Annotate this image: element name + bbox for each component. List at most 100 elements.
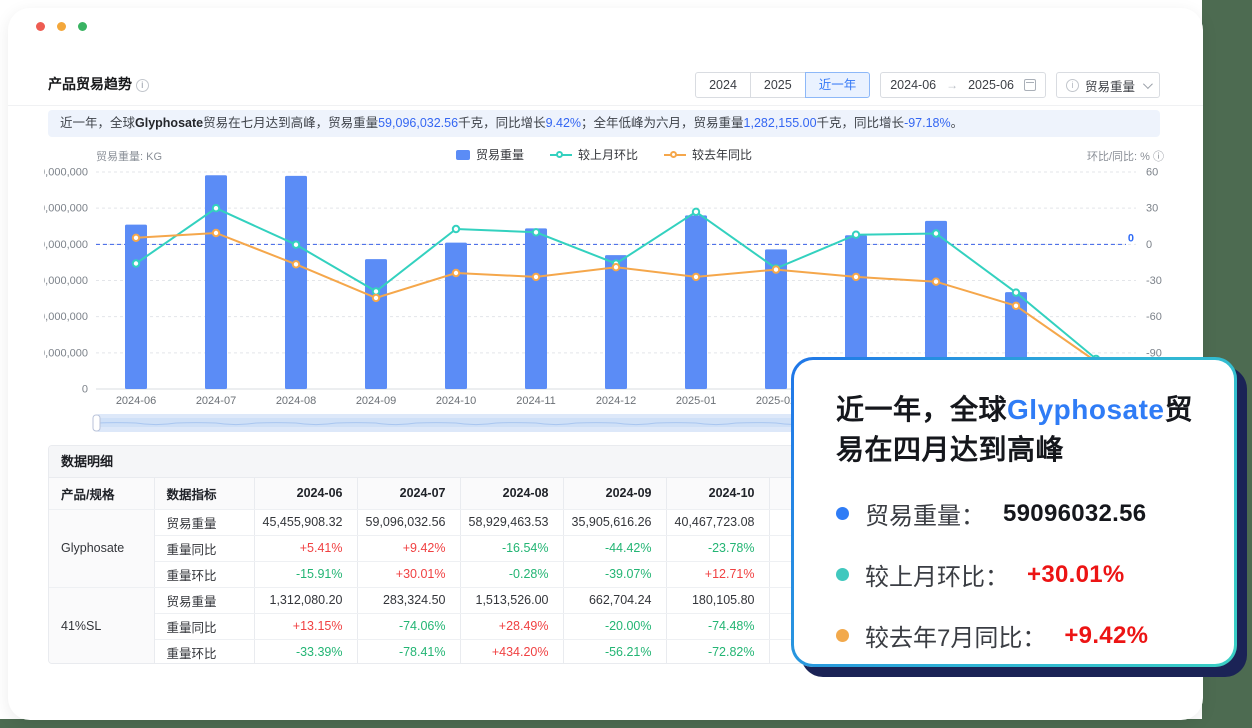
data-point[interactable] (853, 274, 859, 280)
trade-weight-bar[interactable] (125, 225, 147, 389)
date-range-arrow-icon: → (946, 78, 958, 92)
data-point[interactable] (373, 288, 379, 294)
metric-cell: 重量环比 (154, 561, 254, 587)
value-cell: +434.20% (460, 639, 563, 664)
svg-text:-60: -60 (1146, 311, 1162, 323)
text-segment: 59,096,032.56 (378, 116, 458, 130)
svg-text:0: 0 (1146, 239, 1152, 251)
year-tab-近一年[interactable]: 近一年 (805, 72, 871, 98)
data-point[interactable] (453, 270, 459, 276)
data-point[interactable] (133, 235, 139, 241)
data-point[interactable] (293, 261, 299, 267)
table-row: 重量环比-15.91%+30.01%-0.28%-39.07%+12.71% (49, 561, 872, 587)
metric-dropdown-label: 贸易重量 (1085, 76, 1135, 95)
date-range-picker[interactable]: 2024-06 → 2025-06 (880, 72, 1046, 98)
insight-item-label: 贸易重量： (865, 496, 985, 531)
value-cell: +12.71% (666, 561, 769, 587)
header-divider (8, 105, 1203, 106)
svg-text:2024-08: 2024-08 (276, 395, 316, 407)
legend-label: 贸易重量 (476, 146, 524, 163)
window-zoom-button[interactable] (78, 22, 87, 31)
value-cell: -0.28% (460, 561, 563, 587)
column-header: 2024-10 (666, 478, 769, 509)
value-cell: -72.82% (666, 639, 769, 664)
toolbar: 20242025近一年 2024-06 → 2025-06 i 贸易重量 (695, 72, 1160, 98)
window-close-button[interactable] (36, 22, 45, 31)
data-point[interactable] (1013, 303, 1019, 309)
data-point[interactable] (213, 205, 219, 211)
trade-weight-bar[interactable] (605, 255, 627, 389)
legend-item-mom[interactable]: 较上月环比 (550, 146, 638, 163)
legend-item-bar[interactable]: 贸易重量 (456, 146, 524, 163)
year-tab-group: 20242025近一年 (695, 72, 870, 98)
metric-dropdown[interactable]: i 贸易重量 (1056, 72, 1160, 98)
value-cell: 662,704.24 (563, 587, 666, 613)
year-tab-2024[interactable]: 2024 (695, 72, 751, 98)
svg-text:60: 60 (1146, 167, 1158, 179)
window-minimize-button[interactable] (57, 22, 66, 31)
trade-weight-bar[interactable] (445, 243, 467, 389)
data-point[interactable] (213, 230, 219, 236)
backdrop-bottom (0, 719, 1252, 728)
value-cell: +13.15% (254, 613, 357, 639)
legend-item-yoy[interactable]: 较去年同比 (664, 146, 752, 163)
data-point[interactable] (933, 230, 939, 236)
insight-tooltip-card: 近一年，全球Glyphosate贸易在四月达到高峰 贸易重量：59096032.… (791, 357, 1237, 667)
data-point[interactable] (533, 274, 539, 280)
column-header: 数据指标 (154, 478, 254, 509)
data-point[interactable] (133, 260, 139, 266)
text-segment: 9.42% (546, 116, 581, 130)
table-row: 重量同比+13.15%-74.06%+28.49%-20.00%-74.48% (49, 613, 872, 639)
title-info-icon[interactable]: i (136, 79, 149, 92)
insight-item-value: +30.01% (1027, 561, 1125, 589)
metric-cell: 贸易重量 (154, 509, 254, 535)
metric-cell: 重量环比 (154, 639, 254, 664)
series-dot-icon (836, 568, 849, 581)
table-row: 41%SL贸易重量1,312,080.20283,324.501,513,526… (49, 587, 872, 613)
text-segment: 近一年，全球 (60, 116, 135, 130)
data-point[interactable] (773, 266, 779, 272)
data-point[interactable] (693, 274, 699, 280)
data-point[interactable] (453, 226, 459, 232)
svg-text:10,000,000: 10,000,000 (44, 347, 88, 359)
data-point[interactable] (1013, 289, 1019, 295)
svg-text:0: 0 (1128, 232, 1134, 244)
value-cell: -33.39% (254, 639, 357, 664)
value-cell: -39.07% (563, 561, 666, 587)
metric-info-icon: i (1066, 79, 1079, 92)
svg-text:30,000,000: 30,000,000 (44, 275, 88, 287)
value-cell: -20.00% (563, 613, 666, 639)
insight-item: 较去年7月同比：+9.42% (836, 618, 1204, 653)
insight-item-value: +9.42% (1064, 622, 1148, 650)
trade-weight-bar[interactable] (525, 228, 547, 389)
value-cell: -74.48% (666, 613, 769, 639)
data-point[interactable] (693, 209, 699, 215)
trade-weight-bar[interactable] (285, 176, 307, 389)
trade-weight-bar[interactable] (685, 215, 707, 389)
svg-text:2024-11: 2024-11 (516, 395, 556, 407)
legend-label: 较上月环比 (578, 146, 638, 163)
value-cell: -23.78% (666, 535, 769, 561)
data-point[interactable] (933, 279, 939, 285)
value-cell: -44.42% (563, 535, 666, 561)
text-segment: 近一年，全球 (836, 394, 1007, 425)
text-segment: 。 (951, 116, 964, 130)
chart-legend: 贸易重量 较上月环比 较去年同比 (44, 146, 1164, 163)
table-row: Glyphosate贸易重量45,455,908.3259,096,032.56… (49, 509, 872, 535)
column-header: 产品/规格 (49, 478, 154, 509)
year-tab-2025[interactable]: 2025 (750, 72, 806, 98)
datazoom-left-handle[interactable] (93, 415, 100, 431)
insight-item-label: 较上月环比： (865, 557, 1009, 592)
data-point[interactable] (373, 295, 379, 301)
trade-weight-bar[interactable] (365, 259, 387, 389)
value-cell: -56.21% (563, 639, 666, 664)
data-point[interactable] (853, 232, 859, 238)
metric-cell: 贸易重量 (154, 587, 254, 613)
data-point[interactable] (533, 229, 539, 235)
svg-text:60,000,000: 60,000,000 (44, 167, 88, 179)
column-header: 2024-07 (357, 478, 460, 509)
legend-line-icon (550, 150, 572, 160)
data-point[interactable] (613, 264, 619, 270)
data-point[interactable] (293, 242, 299, 248)
svg-text:2024-10: 2024-10 (436, 395, 476, 407)
